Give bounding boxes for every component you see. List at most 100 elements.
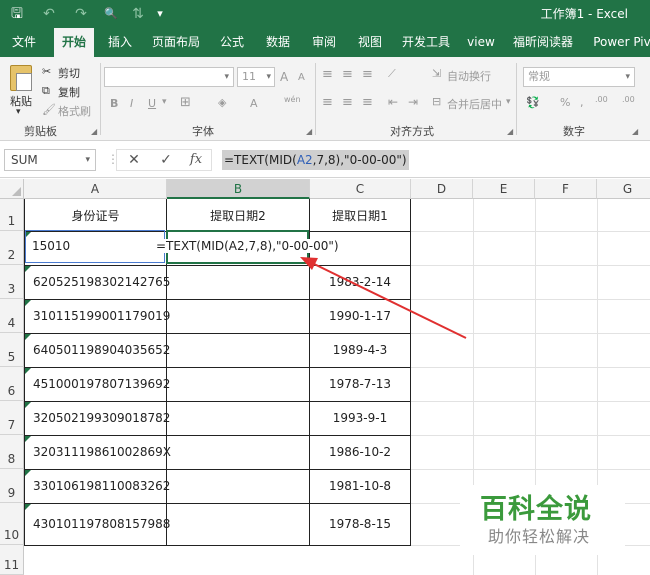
decrease-indent-icon[interactable]: ⇤ — [388, 95, 398, 109]
sort-icon[interactable]: ⇅ — [128, 0, 148, 28]
row-header-8[interactable]: 8 — [0, 435, 24, 469]
paste-button[interactable]: 粘贴 — [10, 93, 32, 109]
cell-id[interactable]: 310115199001179019 — [33, 309, 170, 323]
cell-id[interactable]: 330106198110083262 — [33, 479, 170, 493]
tab-power-pivot[interactable]: Power Pivot — [588, 28, 650, 57]
redo-icon[interactable]: ↷ — [70, 0, 92, 28]
column-header-e[interactable]: E — [473, 179, 535, 199]
row-header-4[interactable]: 4 — [0, 299, 24, 333]
row-header-11[interactable]: 11 — [0, 545, 24, 575]
column-header-a[interactable]: A — [24, 179, 167, 199]
header-cell-date2[interactable]: 提取日期2 — [167, 207, 309, 224]
cell-date[interactable]: 1978-7-13 — [310, 377, 410, 391]
cell-date[interactable]: 1993-9-1 — [310, 411, 410, 425]
align-top-icon[interactable]: ≡ — [322, 67, 333, 82]
cell-date[interactable]: 1989-4-3 — [310, 343, 410, 357]
merge-dropdown-icon[interactable]: ▾ — [506, 97, 511, 107]
row-header-2[interactable]: 2 — [0, 231, 24, 265]
merge-center-button[interactable]: 合并后居中 — [447, 96, 502, 112]
number-format-select[interactable]: 常规 ▾ — [523, 67, 635, 87]
row-header-1[interactable]: 1 — [0, 199, 24, 231]
tab-home[interactable]: 开始 — [54, 28, 94, 57]
cell-edit-formula[interactable]: =TEXT(MID(A2,7,8),"0-00-00") — [156, 239, 339, 253]
decrease-font-icon[interactable]: A — [298, 72, 305, 83]
cancel-icon[interactable]: ✕ — [124, 150, 144, 170]
font-size-select[interactable]: 11 ▾ — [237, 67, 275, 87]
increase-decimal-button[interactable]: .00 — [595, 95, 608, 104]
align-center-icon[interactable]: ≡ — [342, 95, 353, 110]
copy-button[interactable]: 复制 — [58, 84, 80, 100]
cell-id[interactable]: 320502199309018782 — [33, 411, 170, 425]
tab-page-layout[interactable]: 页面布局 — [148, 28, 204, 57]
copy-icon[interactable]: ⧉ — [42, 84, 50, 98]
print-preview-icon[interactable]: 🔍 — [100, 0, 122, 28]
column-header-d[interactable]: D — [411, 179, 473, 199]
cell-date[interactable]: 1983-2-14 — [310, 275, 410, 289]
paste-dropdown-icon[interactable]: ▾ — [16, 107, 21, 117]
column-header-g[interactable]: G — [597, 179, 650, 199]
formula-input[interactable]: =TEXT(MID(A2,7,8),"0-00-00") — [222, 150, 409, 170]
phonetic-icon[interactable]: wén — [284, 95, 301, 104]
header-cell-date1[interactable]: 提取日期1 — [310, 207, 410, 224]
align-left-icon[interactable]: ≡ — [322, 95, 333, 110]
fill-color-icon[interactable]: ◈ — [218, 96, 226, 109]
tab-view[interactable]: 视图 — [350, 28, 390, 57]
row-header-5[interactable]: 5 — [0, 333, 24, 367]
row-header-3[interactable]: 3 — [0, 265, 24, 299]
alignment-launcher-icon[interactable]: ◢ — [507, 127, 513, 136]
save-icon[interactable]: 🖫 — [6, 0, 28, 28]
cell-date[interactable]: 1990-1-17 — [310, 309, 410, 323]
undo-icon[interactable]: ↶ — [38, 0, 60, 28]
tab-developer[interactable]: 开发工具 — [396, 28, 456, 57]
cell-a2[interactable]: 15010 — [32, 239, 70, 253]
header-cell-id[interactable]: 身份证号 — [25, 207, 166, 224]
tab-review[interactable]: 审阅 — [304, 28, 344, 57]
cell-id[interactable]: 430101197808157988 — [33, 517, 170, 531]
name-box[interactable]: SUM ▾ — [4, 149, 96, 171]
wrap-text-icon[interactable]: ⇲ — [432, 67, 441, 80]
underline-button[interactable]: U — [148, 97, 156, 110]
bold-button[interactable]: B — [110, 97, 118, 110]
increase-font-icon[interactable]: A — [280, 70, 288, 84]
cell-id[interactable]: 32031119861002869X — [33, 445, 171, 459]
comma-button[interactable]: , — [580, 96, 584, 109]
align-bottom-icon[interactable]: ≡ — [362, 67, 373, 82]
wrap-text-button[interactable]: 自动换行 — [447, 68, 491, 84]
underline-dropdown-icon[interactable]: ▾ — [162, 97, 167, 107]
customize-toolbar-icon[interactable]: ▾ — [152, 0, 168, 28]
enter-icon[interactable]: ✓ — [156, 150, 176, 170]
borders-icon[interactable]: ⊞ — [180, 95, 191, 110]
cell-date[interactable]: 1978-8-15 — [310, 517, 410, 531]
cell-date[interactable]: 1981-10-8 — [310, 479, 410, 493]
tab-file[interactable]: 文件 — [4, 28, 44, 57]
currency-icon[interactable]: 💱 — [526, 96, 540, 109]
orientation-icon[interactable]: ⟋ — [388, 67, 396, 81]
font-launcher-icon[interactable]: ◢ — [306, 127, 312, 136]
format-painter-icon[interactable]: 🖌 — [42, 103, 56, 116]
cell-id[interactable]: 620525198302142765 — [33, 275, 170, 289]
select-all-corner[interactable] — [0, 179, 24, 199]
align-right-icon[interactable]: ≡ — [362, 95, 373, 110]
number-launcher-icon[interactable]: ◢ — [632, 127, 638, 136]
italic-button[interactable]: I — [130, 97, 133, 110]
row-header-9[interactable]: 9 — [0, 469, 24, 503]
increase-indent-icon[interactable]: ⇥ — [408, 95, 418, 109]
tab-data[interactable]: 数据 — [258, 28, 298, 57]
row-header-6[interactable]: 6 — [0, 367, 24, 401]
cell-id[interactable]: 640501198904035652 — [33, 343, 170, 357]
column-header-c[interactable]: C — [310, 179, 411, 199]
column-header-b[interactable]: B — [167, 179, 310, 199]
clipboard-launcher-icon[interactable]: ◢ — [91, 127, 97, 136]
cut-button[interactable]: 剪切 — [58, 65, 80, 81]
font-name-select[interactable]: ▾ — [104, 67, 234, 87]
row-header-7[interactable]: 7 — [0, 401, 24, 435]
align-middle-icon[interactable]: ≡ — [342, 67, 353, 82]
tab-foxit-reader[interactable]: 福昕阅读器 — [508, 28, 578, 57]
font-color-button[interactable]: A — [250, 97, 258, 110]
cut-icon[interactable]: ✂ — [42, 65, 51, 78]
cell-date[interactable]: 1986-10-2 — [310, 445, 410, 459]
tab-view-en[interactable]: view — [462, 28, 500, 57]
tab-formulas[interactable]: 公式 — [212, 28, 252, 57]
decrease-decimal-button[interactable]: .00 — [622, 95, 635, 104]
merge-center-icon[interactable]: ⊟ — [432, 95, 441, 108]
